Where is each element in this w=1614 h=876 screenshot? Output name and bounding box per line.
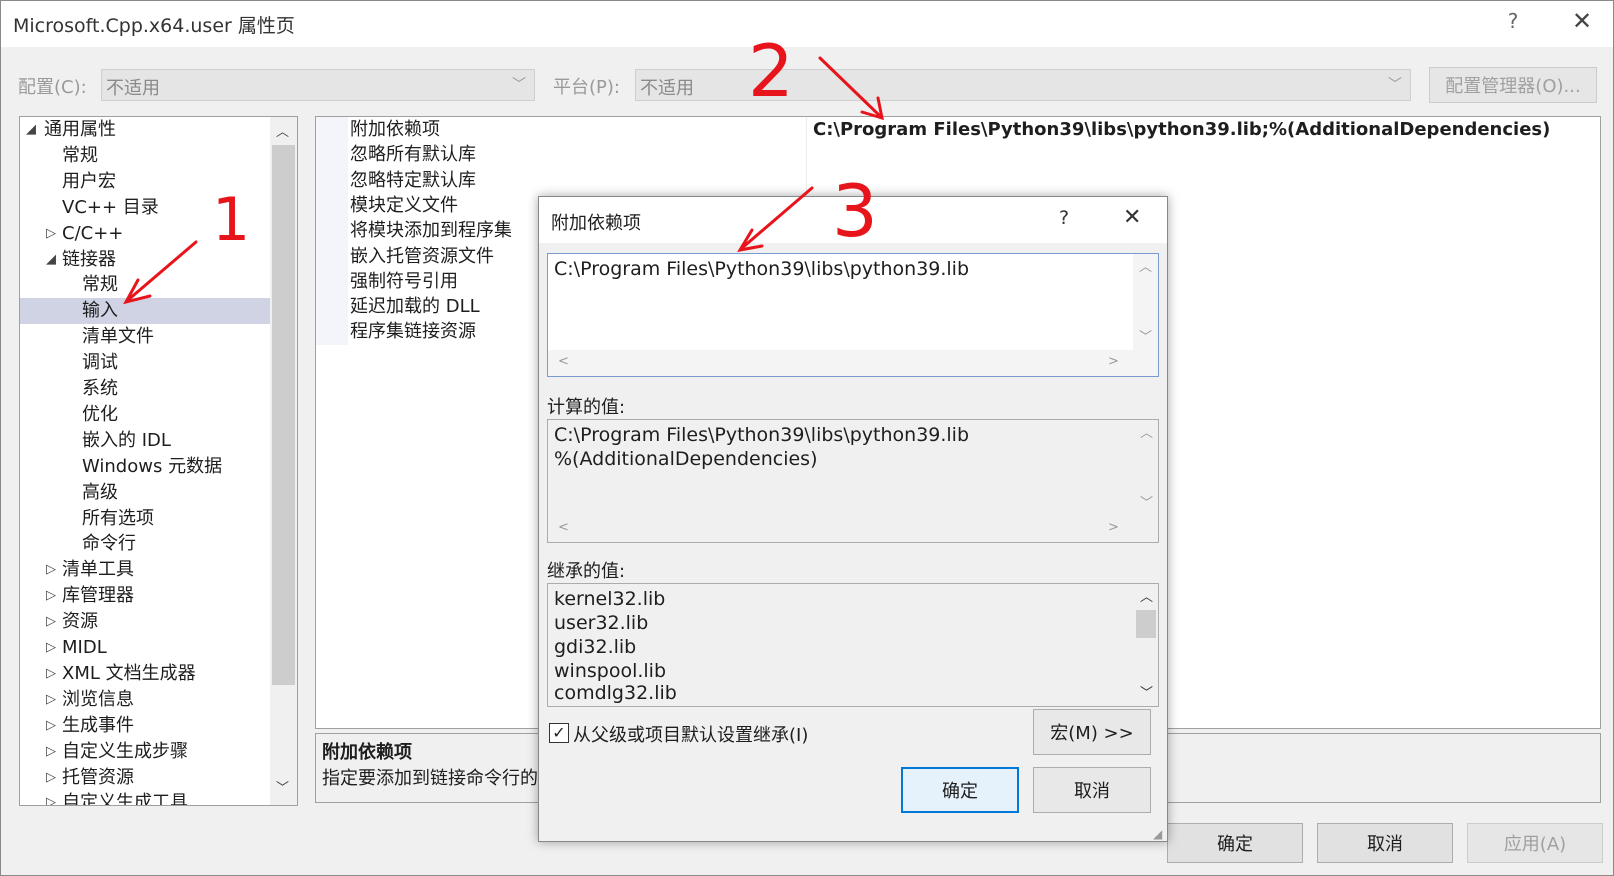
annotation-marker-1: 1 — [212, 185, 250, 255]
annotation-arrow-2 — [818, 56, 882, 118]
annotation-marker-2: 2 — [748, 29, 794, 113]
annotation-overlay: 1 2 3 — [123, 29, 884, 305]
annotation-arrow-3 — [740, 186, 814, 250]
annotation-arrow-1 — [126, 240, 198, 302]
annotation-marker-3: 3 — [832, 169, 878, 253]
